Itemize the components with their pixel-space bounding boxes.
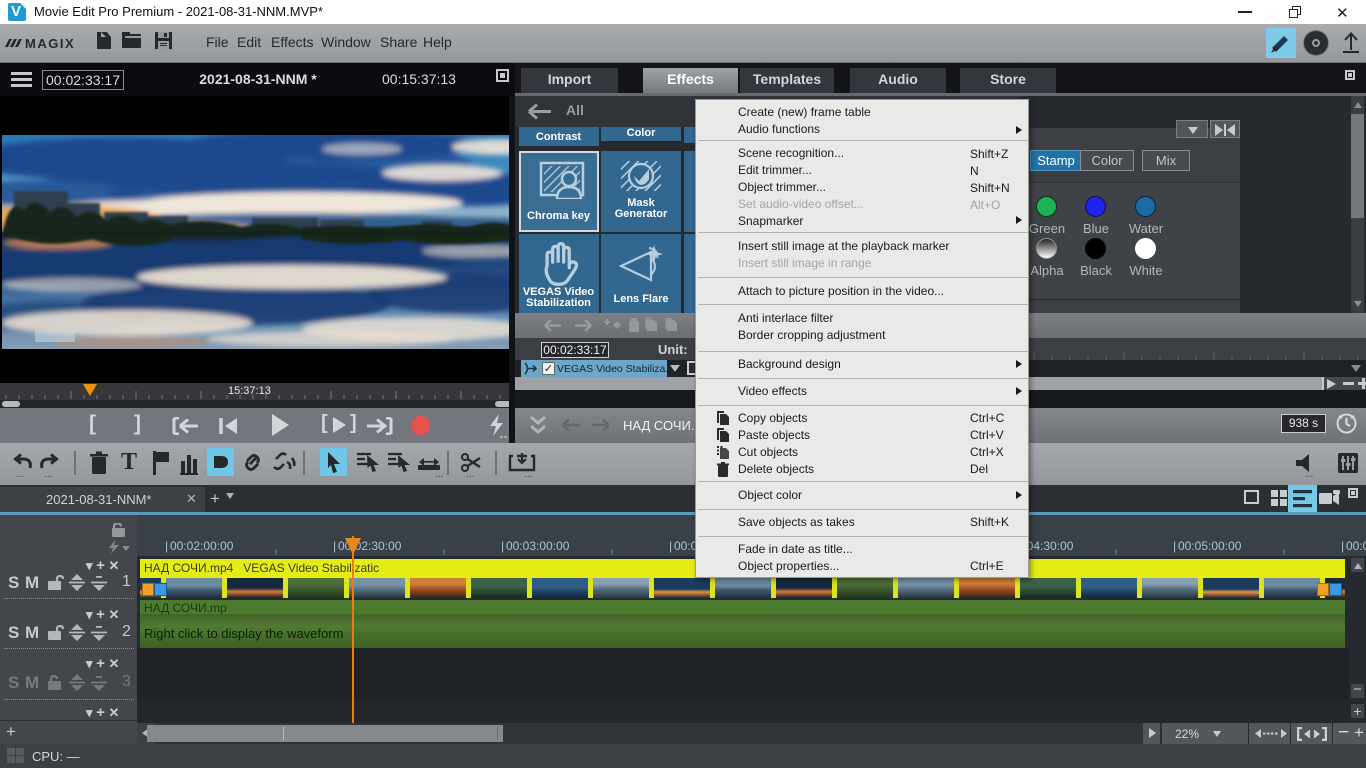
svg-text:MAGIX: MAGIX (25, 36, 75, 51)
